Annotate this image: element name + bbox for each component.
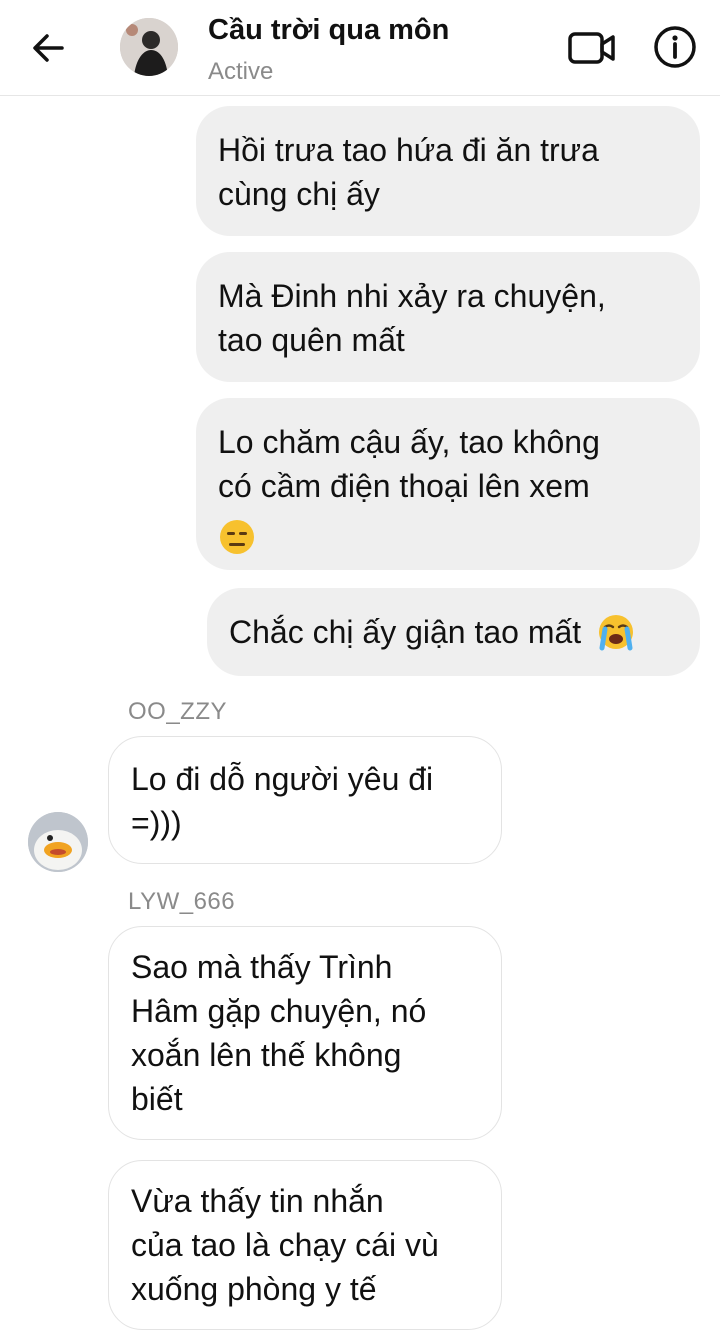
message-text-line: Sao mà thấy Trình [131,949,393,985]
person-photo [120,18,178,76]
active-status: Active [208,58,274,85]
message-text-line: Hồi trưa tao hứa đi ăn trưa [218,132,599,168]
conversation-info-button[interactable] [652,24,698,70]
message-text-line: của tao là chạy cái vù [131,1227,439,1263]
info-icon [654,26,696,68]
message-text-line: tao quên mất [218,322,405,358]
message-text-line: có cầm điện thoại lên xem [218,468,590,504]
message-text-line: biết [131,1081,183,1117]
message-bubble-outgoing[interactable]: Chắc chị ấy giận tao mất [207,588,700,676]
message-text-line: xuống phòng y tế [131,1271,377,1307]
message-text-line: xoắn lên thế không [131,1037,402,1073]
message-text-line: Vừa thấy tin nhắn [131,1183,384,1219]
message-text-line: Lo chăm cậu ấy, tao không [218,424,600,460]
video-call-button[interactable] [566,26,618,70]
message-text-line: Hâm gặp chuyện, nó [131,993,427,1029]
arrow-left-icon [33,34,64,62]
contact-avatar[interactable] [120,18,178,76]
message-text: Chắc chị ấy giận tao mất [229,614,582,650]
sender-name: LYW_666 [128,888,236,915]
message-bubble-outgoing[interactable]: Mà Đinh nhi xảy ra chuyện, tao quên mất [196,252,700,382]
sender-name: OO_ZZY [128,698,228,725]
message-text-line: Mà Đinh nhi xảy ra chuyện, [218,278,606,314]
chat-header: Cầu trời qua môn Active [0,0,720,96]
message-bubble-outgoing[interactable]: Hồi trưa tao hứa đi ăn trưa cùng chị ấy [196,106,700,236]
message-bubble-incoming[interactable]: Sao mà thấy Trình Hâm gặp chuyện, nó xoắ… [108,926,502,1140]
message-text-line: Lo đi dỗ người yêu đi [131,761,434,797]
message-text-line: =))) [131,805,182,841]
contact-name[interactable]: Cầu trời qua môn [208,14,449,47]
back-button[interactable] [26,26,70,70]
loudly-crying-face-emoji [599,614,634,651]
message-bubble-outgoing[interactable]: Lo chăm cậu ấy, tao không có cầm điện th… [196,398,700,570]
sender-avatar[interactable] [28,812,88,872]
message-bubble-incoming[interactable]: Vừa thấy tin nhắn của tao là chạy cái vù… [108,1160,502,1330]
message-text-line: cùng chị ấy [218,176,380,212]
duck-avatar-image [28,812,88,872]
expressionless-face-emoji [220,519,254,554]
video-camera-icon [568,32,615,64]
message-bubble-incoming[interactable]: Lo đi dỗ người yêu đi =))) [108,736,502,864]
